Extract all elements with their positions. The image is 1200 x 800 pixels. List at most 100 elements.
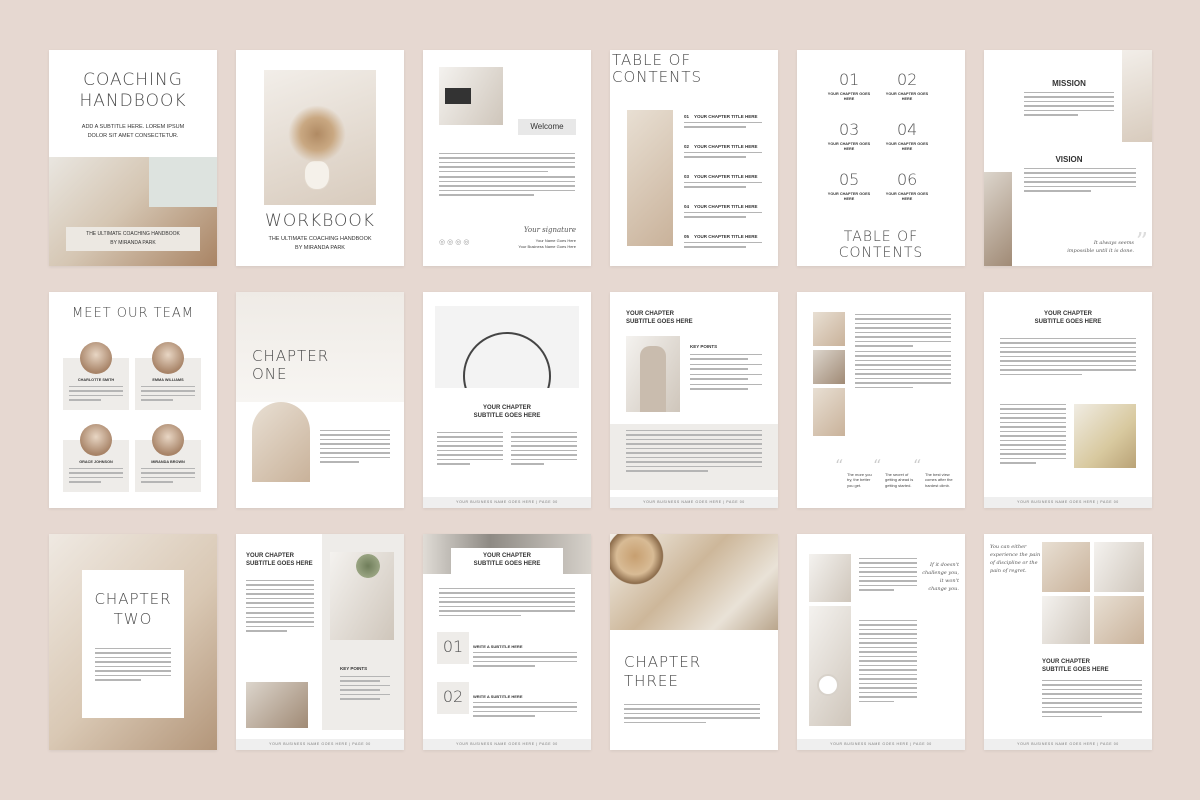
ns-sub-1: YOUR CHAPTER [482, 553, 531, 559]
chapter-one-arch-photo [252, 402, 310, 482]
ns-body-text [439, 588, 575, 619]
cover-mint-block [149, 157, 217, 207]
ferris-wheel-photo [435, 306, 579, 388]
welcome-body-text [439, 153, 575, 199]
quote-1: The more you try, the better you get. [847, 472, 872, 488]
pg-sub-2: SUBTITLE GOES HERE [1042, 667, 1109, 673]
page-footer: YOUR BUSINESS NAME GOES HERE | PAGE 00 [610, 497, 778, 508]
cs-sub-1: YOUR CHAPTER [1043, 311, 1092, 317]
toc-grid-item[interactable]: YOUR CHAPTER GOES HERE [823, 192, 875, 202]
toc-item-number: 01 [684, 114, 690, 119]
quote-2-mark-icon: “ [873, 456, 882, 475]
vision-heading: VISION [1055, 155, 1083, 164]
page-numbered-sections: YOUR CHAPTER SUBTITLE GOES HERE 01 WRITE… [423, 534, 591, 750]
welcome-label: Welcome [530, 122, 564, 131]
cs-clips-photo [1074, 404, 1136, 468]
quote-2: The secret of getting ahead is getting s… [885, 472, 914, 488]
workbook-title: WORKBOOK [265, 211, 375, 231]
chapter-one-title-1: CHAPTER [252, 347, 330, 365]
welcome-name-2: Your Business Name Goes Here [518, 244, 576, 249]
avatar [152, 342, 184, 374]
page-footer: YOUR BUSINESS NAME GOES HERE | PAGE 00 [984, 739, 1152, 750]
page-chapter-ferris: YOUR CHAPTER SUBTITLE GOES HERE YOUR BUS… [423, 292, 591, 508]
quote-3-mark-icon: “ [913, 456, 922, 475]
ferris-wheel-shape [463, 332, 551, 388]
ns-text-1 [473, 652, 577, 670]
mission-vase-photo [1122, 50, 1152, 142]
pg-photo-3 [1042, 596, 1090, 644]
cs-text-left [1000, 404, 1066, 467]
chapter-two-title-2: TWO [113, 610, 153, 628]
quotes-body-text [855, 314, 951, 391]
mission-text [1024, 92, 1114, 119]
toc-item-title[interactable]: YOUR CHAPTER TITLE HERE [694, 114, 758, 120]
toc-item-title[interactable]: YOUR CHAPTER TITLE HERE [694, 144, 758, 150]
cs-sub-2: SUBTITLE GOES HERE [1034, 319, 1102, 325]
toc-grid-item[interactable]: YOUR CHAPTER GOES HERE [881, 142, 933, 152]
toc-grid-item[interactable]: YOUR CHAPTER GOES HERE [881, 192, 933, 202]
team-member-bio [141, 468, 195, 486]
cover-banner-line2: BY MIRANDA PARK [110, 240, 156, 246]
chapter-three-intro-text [624, 704, 760, 726]
toc-grid-title-2: CONTENTS [838, 245, 924, 261]
quotes-photo-3 [813, 388, 845, 436]
welcome-signature: Your signature [523, 226, 576, 234]
pg-text [1042, 680, 1142, 720]
ns-w-2: WRITE A SUBTITLE HERE [473, 694, 523, 699]
toc-grid-number: 03 [839, 120, 860, 139]
toc-item-desc [684, 152, 762, 161]
toc-item-desc [684, 242, 762, 251]
pg-photo-1 [1042, 542, 1090, 592]
page-footer: YOUR BUSINESS NAME GOES HERE | PAGE 00 [984, 497, 1152, 508]
page-coaching-handbook-cover: COACHING HANDBOOK ADD A SUBTITLE HERE. L… [49, 50, 217, 266]
pq-photo-2 [809, 606, 851, 726]
pg-quote-4: pain of regret. [990, 568, 1027, 574]
kp-sub-2: SUBTITLE GOES HERE [626, 319, 693, 325]
ns-w-1: WRITE A SUBTITLE HERE [473, 644, 523, 649]
page-chapter-three: CHAPTER THREE [610, 534, 778, 750]
toc-item-title[interactable]: YOUR CHAPTER TITLE HERE [694, 204, 758, 210]
cover-subtitle-line1: ADD A SUBTITLE HERE. LOREM IPSUM [81, 124, 185, 130]
team-member-name: CHARLOTTE SMITH [77, 378, 115, 382]
pq-text-2 [859, 620, 917, 705]
ckp-sub-2: SUBTITLE GOES HERE [246, 561, 313, 567]
team-member-bio [69, 386, 123, 404]
toc-title-line1: TABLE OF [612, 51, 692, 69]
toc-grid-item[interactable]: YOUR CHAPTER GOES HERE [823, 142, 875, 152]
quotes-photo-1 [813, 312, 845, 346]
pg-photo-4 [1094, 596, 1144, 644]
page-key-points: YOUR CHAPTER SUBTITLE GOES HERE KEY POIN… [610, 292, 778, 508]
pg-quote-3: of discipline or the [990, 560, 1038, 566]
team-title: MEET OUR TEAM [72, 306, 194, 321]
toc-grid-title-1: TABLE OF [843, 229, 919, 245]
ferris-col-2 [511, 432, 577, 468]
ns-num-1: 01 [442, 637, 464, 656]
vision-photo [984, 172, 1012, 266]
quotes-photo-2 [813, 350, 845, 384]
toc-item-title[interactable]: YOUR CHAPTER TITLE HERE [694, 234, 758, 240]
page-chapter-key-points: YOUR CHAPTER SUBTITLE GOES HERE KEY POIN… [236, 534, 404, 750]
page-footer: YOUR BUSINESS NAME GOES HERE | PAGE 00 [797, 739, 965, 750]
pq-text-1 [859, 558, 917, 594]
toc-item-title[interactable]: YOUR CHAPTER TITLE HERE [694, 174, 758, 180]
avatar [152, 424, 184, 456]
page-photo-grid: You can either experience the pain of di… [984, 534, 1152, 750]
toc-grid-item[interactable]: YOUR CHAPTER GOES HERE [823, 92, 875, 102]
pg-quote-2: experience the pain [990, 552, 1041, 558]
vision-text [1024, 168, 1136, 195]
kp-sub-1: YOUR CHAPTER [626, 311, 675, 317]
quote-mark-icon: ” [1135, 228, 1148, 256]
toc-title-line2: CONTENTS [612, 68, 703, 86]
toc-grid-number: 04 [897, 120, 918, 139]
mission-heading: MISSION [1052, 79, 1086, 88]
pg-sub-1: YOUR CHAPTER [1042, 659, 1091, 665]
ferris-sub-1: YOUR CHAPTER [482, 405, 531, 411]
team-member-bio [141, 386, 195, 404]
kp-photo-figure [640, 346, 666, 412]
toc-grid-item[interactable]: YOUR CHAPTER GOES HERE [881, 92, 933, 102]
page-welcome: Welcome ◎◎◎◎ Your signature Your Name Go… [423, 50, 591, 266]
page-chapter-one: CHAPTER ONE [236, 292, 404, 508]
chapter-one-intro-text [320, 430, 390, 466]
team-member-name: GRACE JOHNSON [79, 460, 113, 464]
social-icons: ◎◎◎◎ [439, 239, 472, 246]
